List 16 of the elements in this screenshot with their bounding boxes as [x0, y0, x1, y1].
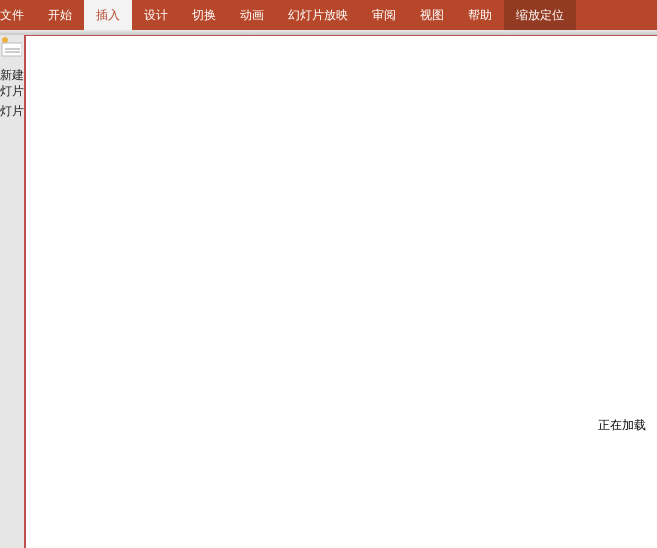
ribbon-tab[interactable]: 缩放定位	[504, 0, 576, 30]
ribbon-tab[interactable]: 文件	[0, 0, 36, 30]
panel-label[interactable]: 新建	[0, 67, 24, 83]
ribbon-tab[interactable]: 设计	[132, 0, 180, 30]
ribbon-tab[interactable]: 审阅	[360, 0, 408, 30]
ribbon-tab[interactable]: 幻灯片放映	[276, 0, 360, 30]
ribbon-tab[interactable]: 帮助	[456, 0, 504, 30]
ribbon-tab[interactable]: 切换	[180, 0, 228, 30]
ribbon-tab[interactable]: 视图	[408, 0, 456, 30]
ribbon-tab[interactable]: 插入	[84, 0, 132, 30]
ribbon-tab[interactable]: 开始	[36, 0, 84, 30]
ribbon-tab[interactable]: 动画	[228, 0, 276, 30]
panel-label[interactable]: 灯片	[0, 103, 24, 119]
panel-label[interactable]: 灯片	[0, 83, 24, 99]
new-slide-icon[interactable]	[0, 35, 22, 57]
loading-text: 正在加载	[598, 417, 646, 434]
